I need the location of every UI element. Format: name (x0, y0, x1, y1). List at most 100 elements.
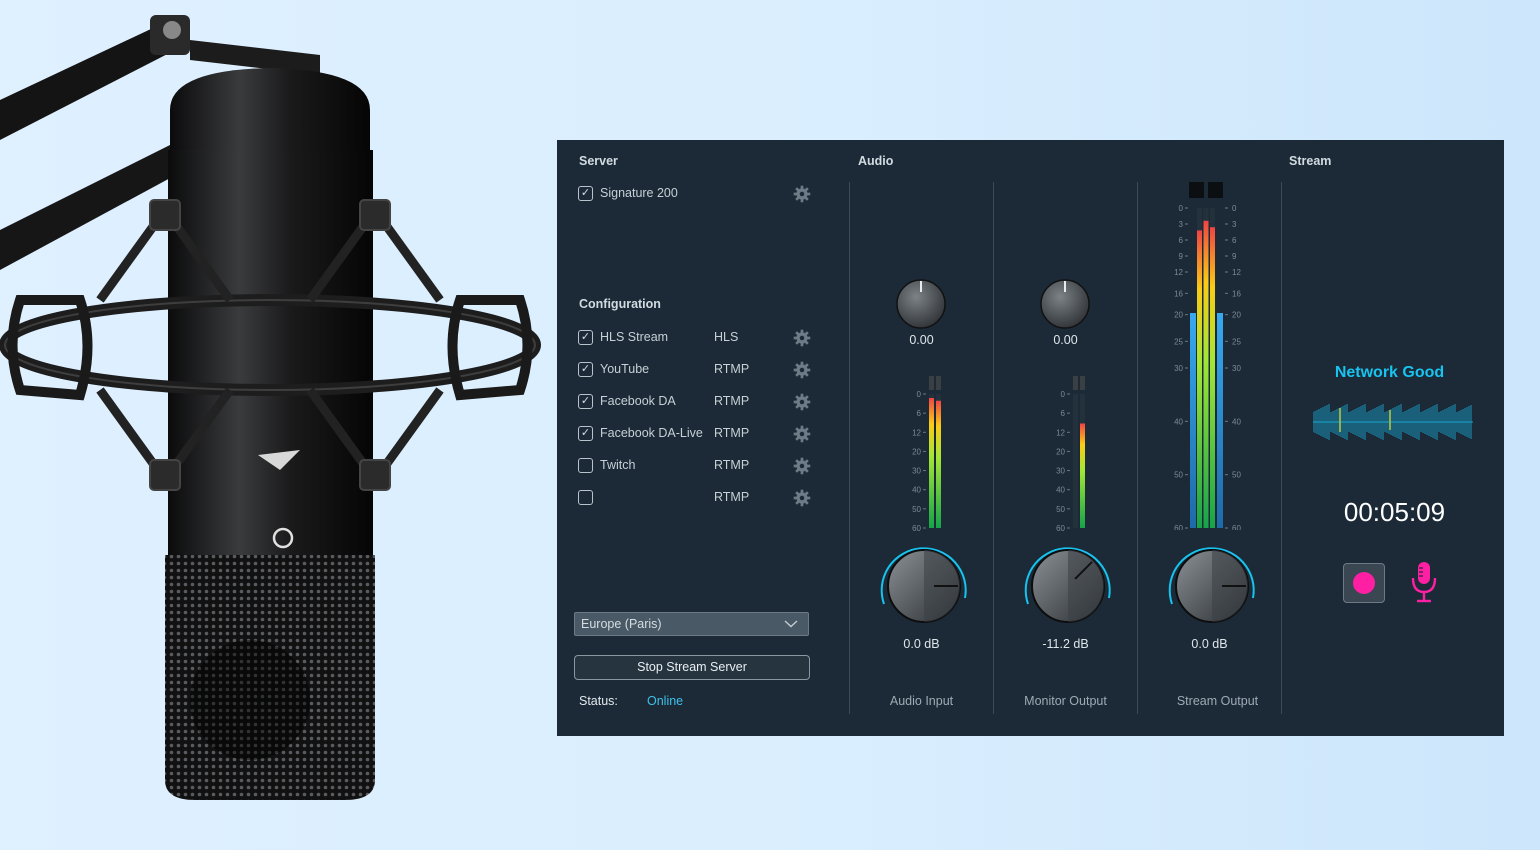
stream-output-gain-value: 0.0 dB (1191, 637, 1228, 651)
config-protocol: RTMP (714, 490, 750, 504)
config-protocol: RTMP (714, 426, 750, 440)
meter-scale-label: 12 (1056, 428, 1065, 437)
meter-scale-label: 6 (1179, 236, 1184, 245)
meter-scale-label: 50 (1056, 505, 1065, 514)
meter-scale-label: 60 (1174, 524, 1183, 530)
gear-icon[interactable] (793, 361, 811, 379)
meter-scale-label: 6 (1232, 236, 1237, 245)
meter-scale-label: 9 (1179, 252, 1184, 261)
monitor-output-gain-value: -11.2 dB (1042, 637, 1089, 651)
meter-scale-label: 30 (1174, 364, 1183, 373)
config-checkbox[interactable] (578, 490, 593, 505)
stream-output-level-meter: 0 0 3 3 6 6 9 9 12 12 16 16 20 20 25 25 30 30 40 40 50 50 60 60 (1174, 182, 1241, 530)
meter-scale-label: 12 (1174, 268, 1183, 277)
microphone-photo (0, 15, 541, 800)
config-label: HLS Stream (600, 330, 669, 344)
meter-scale-label: 30 (912, 467, 921, 476)
audio-input-pan-knob[interactable] (894, 277, 948, 331)
meter-bar (936, 400, 941, 528)
meter-scale-label: 20 (1174, 311, 1183, 320)
monitor-output-pan-knob[interactable] (1038, 277, 1092, 331)
audio-input-pan-value: 0.00 (909, 333, 934, 347)
config-row[interactable]: Twitch RTMP (578, 457, 818, 477)
config-row[interactable]: ✓ Facebook DA RTMP (578, 393, 818, 413)
config-checkbox[interactable] (578, 458, 593, 473)
region-select[interactable]: Europe (Paris) (574, 612, 809, 636)
server-row[interactable]: ✓ Signature 200 (578, 185, 818, 205)
config-protocol: HLS (714, 330, 739, 344)
meter-bar (1210, 227, 1215, 528)
server-name: Signature 200 (600, 186, 678, 200)
network-status: Network Good (1334, 364, 1445, 381)
stop-stream-server-button[interactable]: Stop Stream Server (574, 655, 810, 680)
config-checkbox[interactable]: ✓ (578, 362, 593, 377)
config-label: YouTube (600, 362, 650, 376)
meter-scale-label: 60 (1056, 524, 1065, 532)
gear-icon[interactable] (793, 489, 811, 507)
meter-scale-label: 0 (1179, 204, 1184, 213)
meter-scale-label: 25 (1174, 337, 1183, 346)
meter-scale-label: 9 (1232, 252, 1237, 261)
meter-scale-label: 25 (1232, 337, 1241, 346)
meter-scale-label: 20 (1232, 311, 1241, 320)
config-protocol: RTMP (714, 458, 750, 472)
stream-control-panel: Server Audio Stream ✓ Signature 200 Conf… (557, 140, 1504, 736)
meter-scale-label: 0 (1232, 204, 1237, 213)
config-row[interactable]: ✓ HLS Stream HLS (578, 329, 818, 349)
gear-icon[interactable] (793, 393, 811, 411)
checkmark-icon: ✓ (580, 187, 591, 199)
config-row[interactable]: ✓ YouTube RTMP (578, 361, 818, 381)
config-checkbox[interactable]: ✓ (578, 330, 593, 345)
config-label: Twitch (600, 458, 636, 472)
meter-scale-label: 30 (1232, 364, 1241, 373)
audio-input-gain-knob[interactable] (878, 540, 970, 632)
meter-scale-label: 0 (1061, 390, 1066, 399)
monitor-output-gain-knob[interactable] (1022, 540, 1114, 632)
chevron-down-icon (784, 620, 798, 628)
gear-icon[interactable] (793, 185, 811, 203)
config-row[interactable]: ✓ Facebook DA-Live RTMP (578, 425, 818, 445)
server-checkbox[interactable]: ✓ (578, 186, 593, 201)
gear-icon[interactable] (793, 329, 811, 347)
checkmark-icon: ✓ (580, 363, 591, 375)
meter-scale-label: 40 (1056, 486, 1065, 495)
meter-scale-label: 0 (917, 390, 922, 399)
checkmark-icon: ✓ (580, 395, 591, 407)
monitor-output-level-meter: 0 6 12 20 30 40 50 60 (1056, 376, 1085, 532)
meter-scale-label: 50 (1232, 471, 1241, 480)
divider (1281, 182, 1282, 714)
checkmark-icon: ✓ (580, 427, 591, 439)
monitor-output-label: Monitor Output (1024, 694, 1107, 708)
status-value: Online (647, 694, 684, 708)
meter-scale-label: 6 (917, 409, 922, 418)
meter-scale-label: 30 (1056, 467, 1065, 476)
audio-input-channel: 0.00 0 6 12 20 30 40 50 60 0.0 dB Audio Input (850, 140, 993, 736)
checkmark-icon: ✓ (580, 331, 591, 343)
meter-scale-label: 40 (912, 486, 921, 495)
region-value: Europe (Paris) (581, 617, 662, 631)
microphone-icon[interactable] (1409, 560, 1439, 606)
stream-output-gain-knob[interactable] (1166, 540, 1258, 632)
gear-icon[interactable] (793, 457, 811, 475)
config-row[interactable]: RTMP (578, 489, 818, 509)
meter-scale-label: 20 (912, 447, 921, 456)
meter-scale-label: 60 (1232, 524, 1241, 530)
meter-bar (1080, 423, 1085, 528)
config-checkbox[interactable]: ✓ (578, 426, 593, 441)
meter-scale-label: 50 (912, 505, 921, 514)
stream-section-title: Stream (1289, 154, 1332, 168)
record-button[interactable] (1343, 563, 1385, 603)
meter-bar (1217, 313, 1223, 528)
gear-icon[interactable] (793, 425, 811, 443)
record-icon (1353, 572, 1375, 594)
audio-input-label: Audio Input (889, 694, 954, 708)
audio-input-gain-value: 0.0 dB (903, 637, 940, 651)
configuration-title: Configuration (579, 297, 661, 311)
meter-scale-label: 40 (1232, 417, 1241, 426)
monitor-output-pan-value: 0.00 (1053, 333, 1078, 347)
meter-scale-label: 3 (1232, 220, 1237, 229)
status-label: Status: (579, 694, 618, 708)
meter-scale-label: 3 (1179, 220, 1184, 229)
meter-bar (1190, 313, 1196, 528)
config-checkbox[interactable]: ✓ (578, 394, 593, 409)
